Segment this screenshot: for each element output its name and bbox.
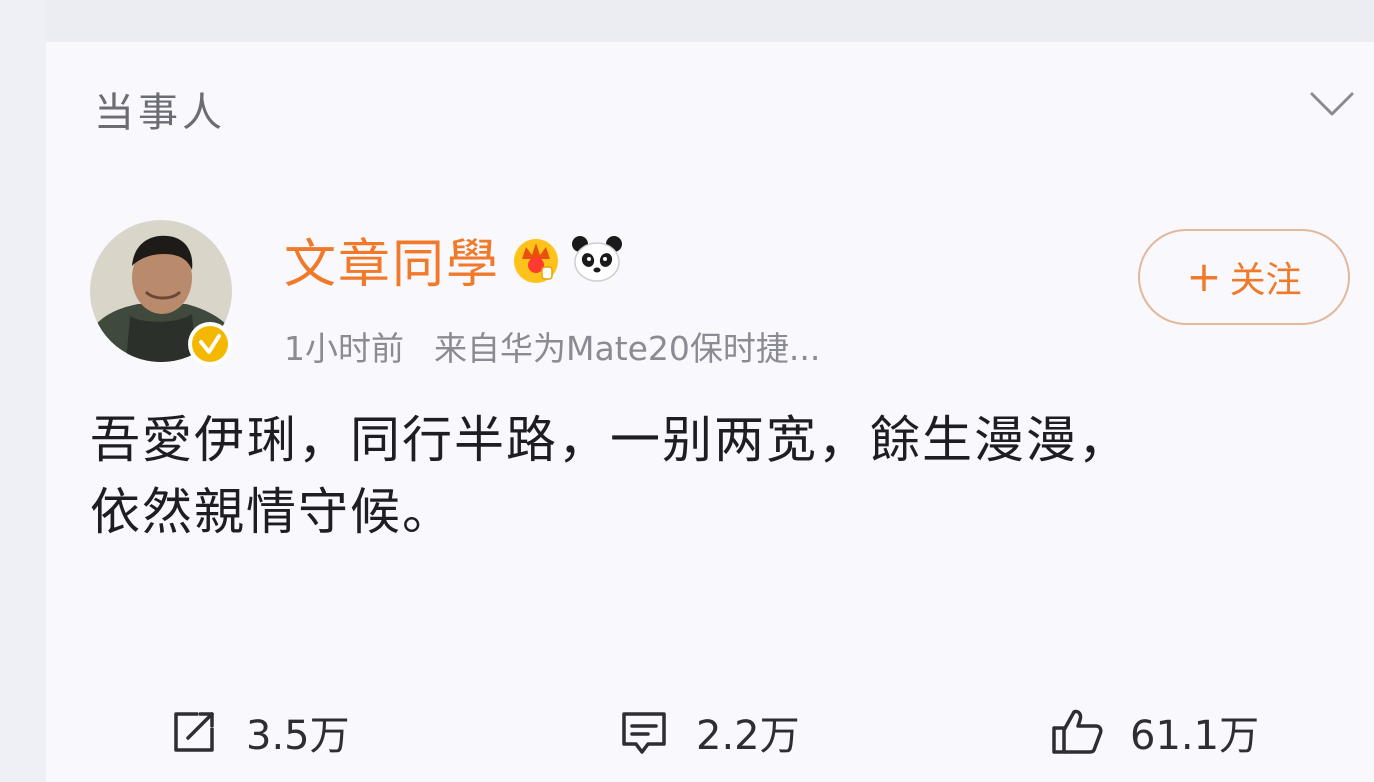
user-name[interactable]: 文章同學 xyxy=(284,222,500,297)
top-strip xyxy=(46,0,1374,42)
thumbs-up-icon xyxy=(1052,709,1103,754)
post-text: 吾愛伊琍，同行半路，一别两宽，餘生漫漫， 依然親情守候。 xyxy=(90,404,1310,548)
chevron-down-icon[interactable] xyxy=(1308,88,1356,120)
follow-label: 关注 xyxy=(1229,260,1302,301)
post-meta: 1小时前 来自华为Mate20保时捷... xyxy=(284,322,820,370)
comment-button[interactable]: 2.2万 xyxy=(618,690,800,774)
verified-badge-icon xyxy=(188,322,232,366)
section-label: 当事人 xyxy=(94,90,226,136)
plus-icon: + xyxy=(1186,252,1222,301)
repost-icon xyxy=(174,712,214,752)
repost-count: 3.5万 xyxy=(246,713,350,759)
user-name-row: 文章同學 xyxy=(284,222,624,297)
comment-icon xyxy=(622,712,666,754)
comment-count: 2.2万 xyxy=(696,713,800,759)
post-text-line: 依然親情守候。 xyxy=(90,483,454,541)
post-text-line: 吾愛伊琍，同行半路，一别两宽，餘生漫漫， xyxy=(90,411,1130,469)
post-time: 1小时前 xyxy=(284,329,404,368)
action-bar: 3.5万 2.2万 61.1万 xyxy=(46,690,1374,774)
post-source: 来自华为Mate20保时捷... xyxy=(434,329,821,368)
weibo-post-screen: 当事人 文章同學 1小时前 来自华为Mate20保时捷... + 关注 吾愛伊琍… xyxy=(0,0,1374,782)
like-count: 61.1万 xyxy=(1130,713,1260,759)
crown-icon xyxy=(514,239,559,283)
like-button[interactable]: 61.1万 xyxy=(1050,690,1259,774)
panda-icon xyxy=(572,236,623,282)
repost-button[interactable]: 3.5万 xyxy=(168,690,350,774)
follow-button[interactable]: + 关注 xyxy=(1138,229,1350,325)
